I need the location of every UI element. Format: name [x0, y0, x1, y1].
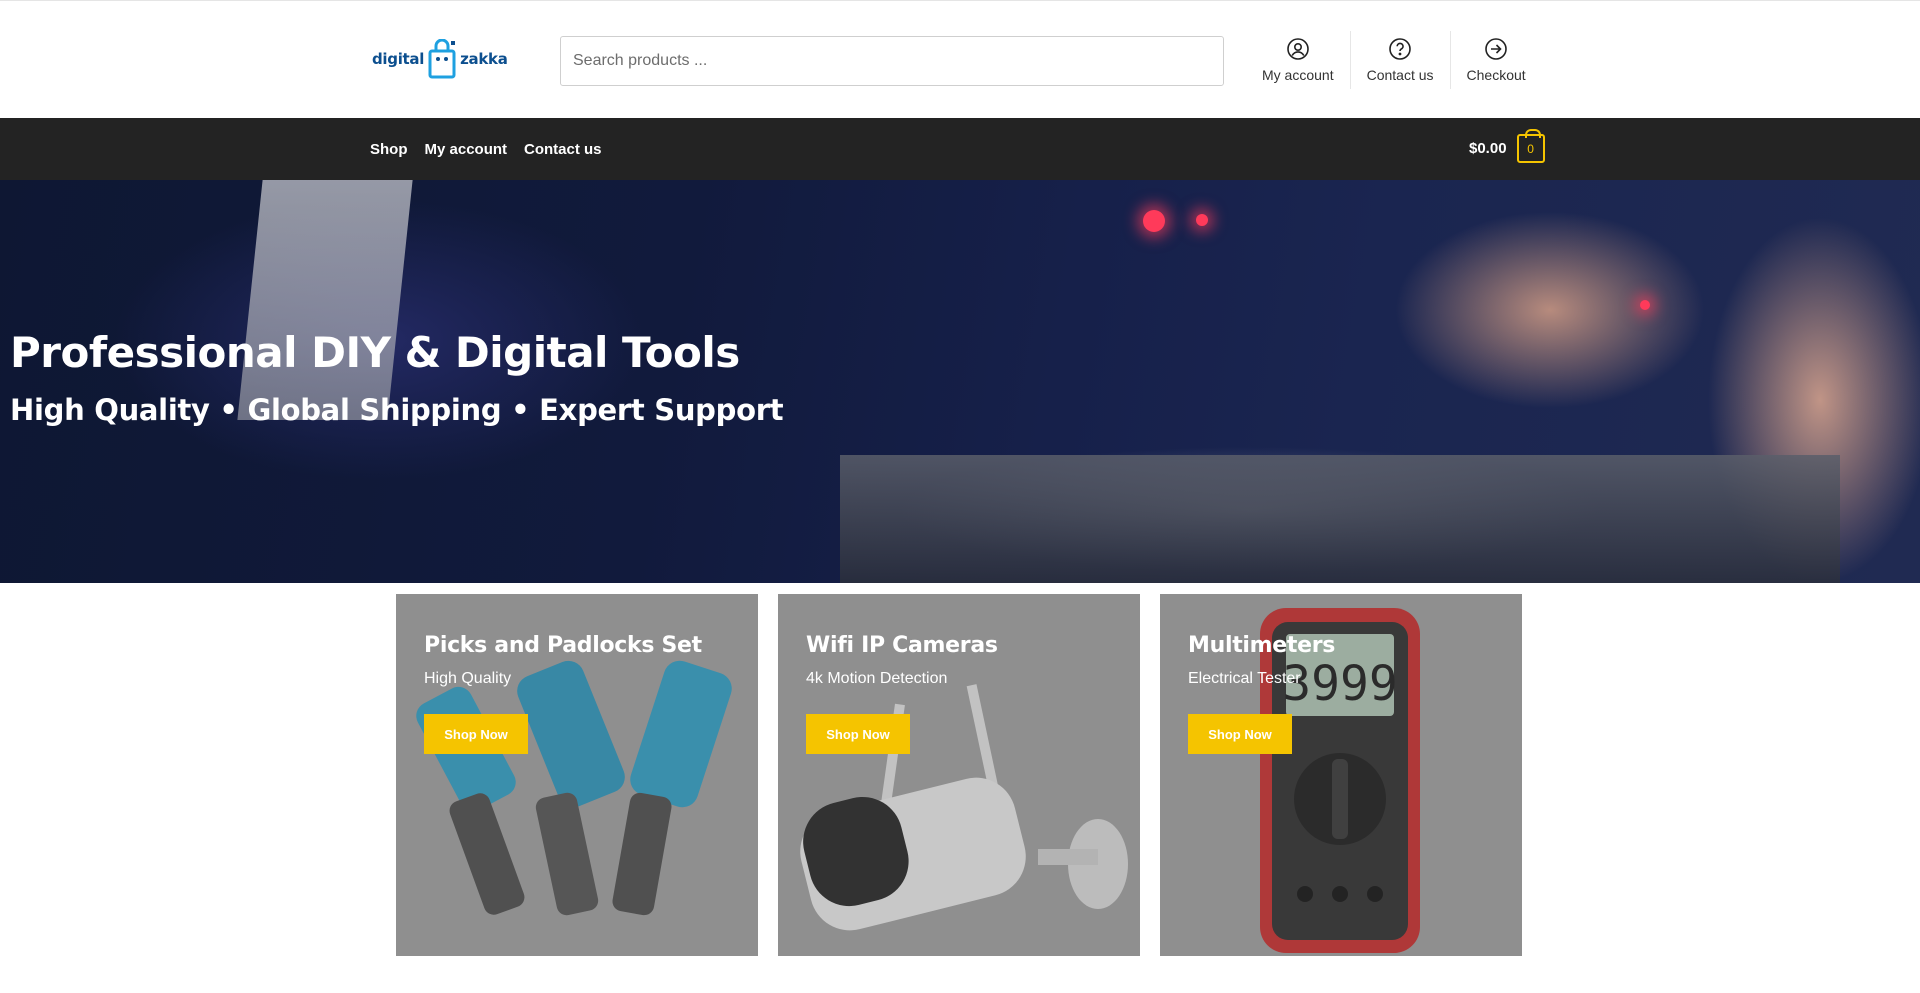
nav-item-my-account[interactable]: My account	[425, 141, 508, 158]
category-subtitle: 4k Motion Detection	[806, 670, 948, 687]
user-icon	[1286, 38, 1309, 60]
hero-background-instrument	[237, 180, 413, 420]
site-header: digital zakka My account Contac	[0, 0, 1920, 118]
nav-item-shop[interactable]: Shop	[370, 141, 408, 158]
header-contact-link[interactable]: Contact us	[1349, 31, 1450, 89]
header-my-account-label: My account	[1262, 67, 1334, 83]
hero-title: Professional DIY & Digital Tools	[10, 328, 740, 377]
hero-red-light	[1640, 300, 1650, 310]
category-card-picks[interactable]: Picks and Padlocks Set High Quality Shop…	[396, 594, 758, 956]
category-title: Multimeters	[1188, 633, 1336, 658]
header-contact-label: Contact us	[1366, 67, 1434, 83]
hero-red-light	[1196, 214, 1208, 226]
search-input[interactable]	[560, 36, 1224, 86]
arrow-right-circle-icon	[1485, 38, 1507, 60]
hero-subtitle: High Quality • Global Shipping • Expert …	[10, 393, 784, 427]
hero-circuit-board	[840, 455, 1840, 583]
category-card-multimeters[interactable]: 3999 Multimeters Electrical Tester Shop …	[1160, 594, 1522, 956]
nav-item-contact-us[interactable]: Contact us	[524, 141, 602, 158]
header-checkout-link[interactable]: Checkout	[1449, 31, 1542, 89]
category-subtitle: Electrical Tester	[1188, 670, 1301, 687]
header-checkout-label: Checkout	[1466, 67, 1526, 83]
mini-cart[interactable]: $0.00 0	[1469, 129, 1545, 163]
category-card-cameras[interactable]: Wifi IP Cameras 4k Motion Detection Shop…	[778, 594, 1140, 956]
cart-total: $0.00	[1469, 140, 1507, 157]
help-icon	[1389, 38, 1411, 60]
logo-text-right: zakka	[460, 50, 508, 68]
category-subtitle: High Quality	[424, 670, 512, 687]
category-cards: Picks and Padlocks Set High Quality Shop…	[396, 594, 1522, 956]
shop-now-button[interactable]: Shop Now	[424, 714, 528, 754]
cart-count-badge: 0	[1516, 129, 1545, 163]
logo-text-left: digital	[372, 50, 425, 68]
header-my-account-link[interactable]: My account	[1246, 31, 1350, 89]
category-title: Wifi IP Cameras	[806, 633, 998, 658]
shop-now-button[interactable]: Shop Now	[806, 714, 910, 754]
hero-red-light	[1143, 210, 1165, 232]
header-links: My account Contact us Checkout	[1246, 31, 1542, 89]
hero-banner: Professional DIY & Digital Tools High Qu…	[0, 180, 1920, 583]
main-navigation: Shop My account Contact us $0.00 0	[0, 118, 1920, 180]
site-logo[interactable]: digital zakka	[372, 39, 508, 79]
category-title: Picks and Padlocks Set	[424, 633, 702, 658]
shop-now-button[interactable]: Shop Now	[1188, 714, 1292, 754]
shopping-bag-icon	[428, 39, 456, 79]
